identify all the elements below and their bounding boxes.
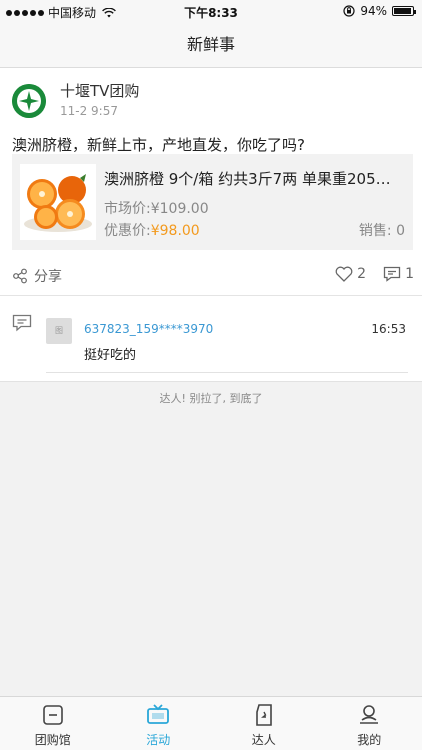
share-icon [13,268,27,284]
tab-label: 我的 [357,733,382,747]
product-image [20,164,96,240]
product-card[interactable]: 澳洲脐橙 9个/箱 约共3斤7两 单果重205克... 市场价:¥109.00 … [12,154,413,250]
sale-price: 优惠价:¥98.00 [104,220,200,240]
sale-price-value: ¥98.00 [150,223,200,239]
battery-fill [394,8,411,14]
expert-icon [255,704,272,726]
commenter-name[interactable]: 637823_159****3970 [84,322,213,336]
post-time: 11-2 9:57 [60,104,118,118]
post-card: 十堰TV团购 11-2 9:57 澳洲脐橙，新鲜上市，产地直发，你吃了吗? 澳洲… [0,68,422,382]
product-title: 澳洲脐橙 9个/箱 约共3斤7两 单果重205克... [104,170,404,188]
commenter-avatar[interactable]: 图 [46,318,72,344]
share-button[interactable]: 分享 [12,266,62,286]
comment-text: 挺好吃的 [84,348,137,363]
market-price: 市场价:¥109.00 [104,198,209,218]
author-avatar[interactable] [12,84,46,118]
tab-label: 团购馆 [34,733,71,747]
post-text: 澳洲脐橙，新鲜上市，产地直发，你吃了吗? [12,136,305,154]
status-right: 94% [343,4,416,18]
profile-icon [360,705,379,724]
divider [46,372,408,373]
page-title: 新鲜事 [0,22,422,68]
tab-profile[interactable]: 我的 [317,697,422,750]
post-actions: 分享 2 1 [0,258,422,296]
like-count: 2 [357,266,366,282]
tab-label: 活动 [146,733,171,747]
sold-value: 0 [396,223,405,239]
battery-percent: 94% [360,4,387,18]
status-bar: 中国移动 下午8:33 94% [0,0,422,22]
tab-store[interactable]: 团购馆 [0,697,106,750]
comment-icon [383,266,401,282]
tab-bar: 团购馆 活动 达人 我的 [0,696,422,750]
tab-label: 达人 [251,733,276,747]
sold-count: 销售: 0 [359,220,405,240]
tv-icon [147,704,170,724]
sold-label: 销售: [358,223,392,239]
orientation-lock-icon [343,5,355,17]
author-name[interactable]: 十堰TV团购 [60,80,139,101]
tab-activity[interactable]: 活动 [106,697,212,750]
market-price-value: ¥109.00 [150,201,209,217]
battery-icon [392,6,416,16]
share-label: 分享 [34,269,62,285]
comment-list: 图 637823_159****3970 16:53 挺好吃的 [0,304,422,374]
market-price-label: 市场价: [104,201,151,217]
comment-button[interactable]: 1 [383,266,414,282]
comments-section-icon [12,314,32,332]
store-icon [42,705,63,725]
tab-expert[interactable]: 达人 [211,697,317,750]
comment-count: 1 [405,266,414,282]
comment-time: 16:53 [371,322,406,336]
heart-icon [335,266,353,282]
like-button[interactable]: 2 [335,266,366,282]
sale-price-label: 优惠价: [104,223,151,239]
end-of-list-note: 达人! 别拉了, 到底了 [159,392,263,405]
